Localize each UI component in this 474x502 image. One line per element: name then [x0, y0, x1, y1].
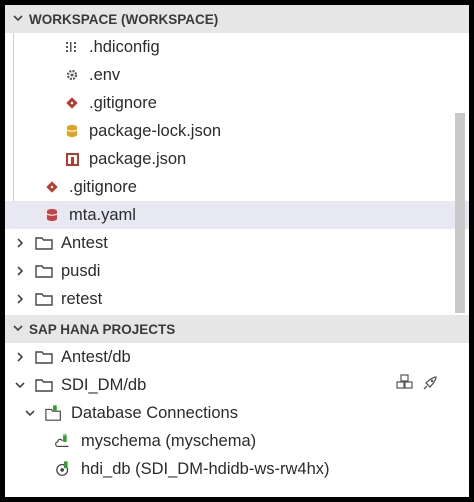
connection-label: myschema (myschema) [81, 431, 257, 450]
chevron-down-icon [7, 322, 29, 337]
project-label: SDI_DM/db [61, 375, 147, 394]
git-icon [63, 94, 81, 112]
hana-section-header[interactable]: SAP HANA PROJECTS [5, 315, 469, 343]
file-label: .gitignore [89, 93, 157, 112]
file-label: mta.yaml [69, 205, 136, 224]
database-icon [63, 122, 81, 140]
chevron-right-icon [13, 350, 27, 364]
file-mta-yaml[interactable]: mta.yaml [5, 201, 469, 229]
workspace-title: WORKSPACE (WORKSPACE) [29, 11, 219, 27]
folder-retest[interactable]: retest [5, 285, 469, 313]
folder-antest[interactable]: Antest [5, 229, 469, 257]
gear-icon [63, 66, 81, 84]
chevron-down-icon [13, 378, 27, 392]
deploy-cubes-icon[interactable] [395, 373, 415, 397]
hdi-plug-icon [55, 460, 73, 478]
file-gitignore-root[interactable]: .gitignore [5, 173, 469, 201]
chevron-right-icon [13, 236, 27, 250]
connection-label: hdi_db (SDI_DM-hdidb-ws-rw4hx) [81, 459, 330, 478]
file-label: .env [89, 65, 121, 84]
project-actions [395, 373, 439, 397]
connection-myschema[interactable]: myschema (myschema) [5, 427, 469, 455]
project-sdi-dm-db[interactable]: SDI_DM/db [5, 371, 469, 399]
chevron-down-icon [7, 12, 29, 27]
explorer-panel: WORKSPACE (WORKSPACE) .hdiconfig .env .g… [5, 5, 469, 497]
hana-title: SAP HANA PROJECTS [29, 321, 176, 337]
folder-icon [35, 290, 53, 308]
chevron-right-icon [13, 292, 27, 306]
project-label: Antest/db [61, 347, 131, 366]
hana-tree: Antest/db SDI_DM/db Database Connections… [5, 343, 469, 483]
file-label: package-lock.json [89, 121, 222, 140]
file-package-lock[interactable]: package-lock.json [5, 117, 469, 145]
database-connections[interactable]: Database Connections [5, 399, 469, 427]
folder-icon [35, 348, 53, 366]
chevron-down-icon [23, 406, 37, 420]
scrollbar-thumb[interactable] [455, 113, 465, 313]
file-package-json[interactable]: package.json [5, 145, 469, 173]
folder-label: pusdi [61, 261, 101, 280]
project-antest-db[interactable]: Antest/db [5, 343, 469, 371]
file-label: .hdiconfig [89, 37, 160, 56]
file-hdiconfig[interactable]: .hdiconfig [5, 33, 469, 61]
file-label: package.json [89, 149, 187, 168]
folder-icon [35, 262, 53, 280]
chevron-right-icon [13, 264, 27, 278]
folder-plug-icon [45, 404, 63, 422]
connection-hdi-db[interactable]: hdi_db (SDI_DM-hdidb-ws-rw4hx) [5, 455, 469, 483]
folder-icon [35, 376, 53, 394]
git-icon [43, 178, 61, 196]
connections-label: Database Connections [71, 403, 238, 422]
file-env[interactable]: .env [5, 61, 469, 89]
hdiconfig-icon [63, 38, 81, 56]
file-gitignore[interactable]: .gitignore [5, 89, 469, 117]
cloud-plug-icon [55, 432, 73, 450]
package-icon [63, 150, 81, 168]
folder-icon [35, 234, 53, 252]
folder-label: retest [61, 289, 103, 308]
workspace-tree: .hdiconfig .env .gitignore package-lock.… [5, 33, 469, 313]
file-label: .gitignore [69, 177, 137, 196]
folder-label: Antest [61, 233, 108, 252]
database-icon [43, 206, 61, 224]
folder-pusdi[interactable]: pusdi [5, 257, 469, 285]
workspace-section-header[interactable]: WORKSPACE (WORKSPACE) [5, 5, 469, 33]
rocket-icon[interactable] [421, 374, 439, 397]
